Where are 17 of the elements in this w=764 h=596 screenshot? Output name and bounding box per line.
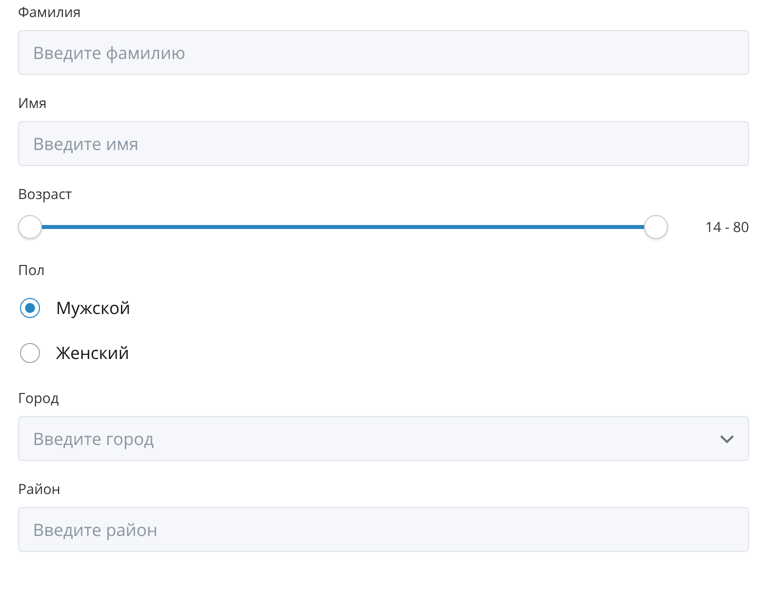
field-label: Район — [18, 481, 62, 499]
field-label: Пол — [18, 262, 46, 280]
slider-handle[interactable] — [644, 215, 668, 239]
field-label: Возраст — [18, 186, 73, 204]
field-label: Фамилия — [18, 4, 82, 22]
slider-handle[interactable] — [18, 215, 42, 239]
field-label: Город — [18, 390, 60, 408]
text-field[interactable]: Введите фамилию — [18, 30, 749, 75]
dropdown-field[interactable]: Введите город — [18, 416, 749, 461]
radio-option[interactable]: Женский — [18, 335, 749, 370]
text-field[interactable]: Введите район — [18, 507, 749, 552]
field-label: Имя — [18, 95, 48, 113]
radio-option[interactable]: Мужской — [18, 290, 749, 325]
text-field[interactable]: Введите имя — [18, 121, 749, 166]
range-slider[interactable] — [18, 215, 668, 239]
chevron-down-icon — [719, 434, 735, 444]
range-value: 14 - 80 — [705, 218, 749, 236]
